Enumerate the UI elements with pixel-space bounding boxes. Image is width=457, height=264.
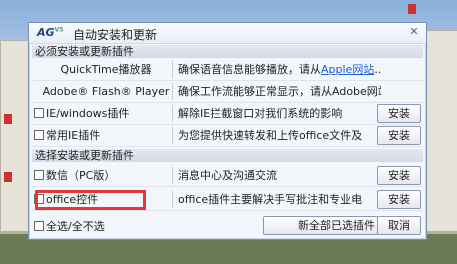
plugin-desc: 确保工作流能够正常显示，请从Adobe网站</...	[178, 85, 381, 98]
plugin-desc: 为您提供快速转发和上传office文件及	[178, 129, 363, 142]
section-required: 必须安装或更新插件	[32, 45, 423, 58]
app-logo: AGV5	[37, 26, 64, 39]
plugin-desc: office插件主要解决手写批注和专业电	[178, 193, 363, 206]
select-all-checkbox[interactable]	[34, 221, 44, 231]
apple-site-link[interactable]: Apple网站	[321, 63, 374, 76]
column-divider	[172, 83, 173, 100]
column-divider	[172, 191, 173, 208]
plugin-name: 常用IE插件	[34, 125, 174, 146]
plugin-row-common-ie: 常用IE插件 为您提供快速转发和上传office文件及 安装	[32, 125, 423, 147]
dialog-footer: 全选/全不选 新全部已选插件 取消	[32, 213, 423, 237]
plugin-row-flash: Adobe® Flash® Player 确保工作流能够正常显示，请从Adobe…	[32, 81, 423, 103]
install-button[interactable]: 安装	[377, 190, 421, 209]
install-button[interactable]: 安装	[377, 104, 421, 123]
background-flag	[4, 172, 12, 182]
dialog-titlebar: AGV5 自动安装和更新 ✕	[29, 23, 426, 44]
background-flag	[4, 114, 12, 124]
cancel-button[interactable]: 取消	[377, 216, 421, 235]
plugin-row-quicktime: QuickTime播放器 确保语音信息能够播放，请从Apple网站...	[32, 59, 423, 81]
plugin-row-shuxin: 数信（PC版） 消息中心及沟通交流 安装	[32, 165, 423, 187]
plugin-desc: 消息中心及沟通交流	[178, 169, 277, 182]
column-divider	[172, 167, 173, 184]
plugin-name: Adobe® Flash® Player	[42, 85, 170, 98]
plugin-checkbox[interactable]	[34, 130, 44, 140]
plugin-checkbox[interactable]	[34, 170, 44, 180]
highlight-box	[35, 190, 146, 210]
column-divider	[172, 127, 173, 144]
install-all-button[interactable]: 新全部已选插件	[263, 216, 378, 235]
plugin-desc: 确保语音信息能够播放，请从Apple网站...	[178, 63, 381, 76]
install-button[interactable]: 安装	[377, 126, 421, 145]
plugin-row-ie-windows: IE/windows插件 解除IE拦截窗口对我们系统的影响 安装	[32, 103, 423, 125]
section-optional: 选择安装或更新插件	[32, 149, 423, 162]
plugin-name: QuickTime播放器	[60, 63, 152, 76]
close-icon[interactable]: ✕	[408, 26, 420, 38]
plugin-name: IE/windows插件	[34, 103, 174, 124]
background-flag	[408, 4, 416, 14]
auto-install-dialog: AGV5 自动安装和更新 ✕ 必须安装或更新插件 QuickTime播放器 确保…	[28, 22, 427, 240]
column-divider	[172, 61, 173, 78]
install-button[interactable]: 安装	[377, 166, 421, 185]
column-divider	[172, 105, 173, 122]
plugin-checkbox[interactable]	[34, 108, 44, 118]
select-all-toggle[interactable]: 全选/全不选	[34, 218, 105, 234]
plugin-desc: 解除IE拦截窗口对我们系统的影响	[178, 107, 343, 120]
dialog-title: 自动安装和更新	[73, 28, 158, 42]
plugin-name: 数信（PC版）	[34, 165, 174, 186]
